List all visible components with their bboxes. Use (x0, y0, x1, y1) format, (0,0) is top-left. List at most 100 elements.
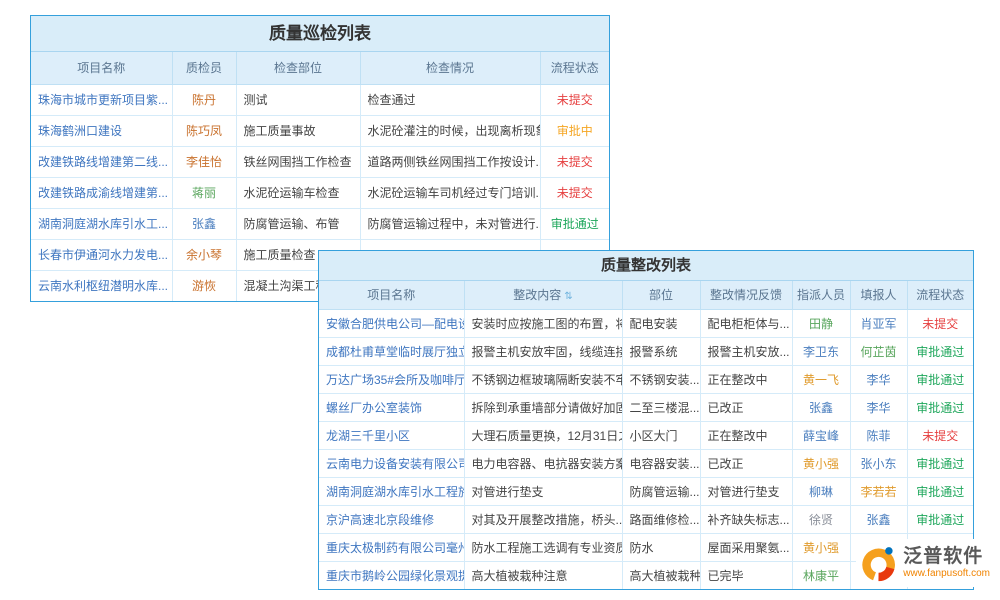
rectification-feedback-cell: 屋面采用聚氨... (700, 533, 792, 561)
inspection-table-row[interactable]: 珠海鹤洲口建设陈巧凤施工质量事故水泥砼灌注的时候，出现离析现象审批中 (31, 115, 609, 146)
rectification-content-cell: 高大植被栽种注意 (464, 561, 622, 589)
rectification-feedback-cell: 对管进行垫支 (700, 477, 792, 505)
inspection-list-title: 质量巡检列表 (31, 16, 609, 52)
rectification-feedback-cell: 报警主机安放... (700, 337, 792, 365)
process-status-cell: 审批通过 (907, 365, 973, 393)
inspection-col-project: 项目名称 (31, 52, 172, 84)
project-name-cell: 改建铁路成渝线增建第... (31, 177, 172, 208)
assignee-cell: 薛宝峰 (792, 421, 850, 449)
project-name-cell: 螺丝厂办公室装饰 (319, 393, 464, 421)
inspection-col-status: 流程状态 (540, 52, 609, 84)
inspection-table-row[interactable]: 改建铁路成渝线增建第...蒋丽水泥砼运输车检查水泥砼运输车司机经过专门培训...… (31, 177, 609, 208)
rectification-table-row[interactable]: 云南电力设备安装有限公司20...电力电容器、电抗器安装方案...电容器安装..… (319, 449, 973, 477)
inspector-cell: 张鑫 (172, 208, 236, 239)
inspection-col-inspector: 质检员 (172, 52, 236, 84)
reporter-cell: 李若若 (850, 477, 907, 505)
inspection-situation-cell: 道路两侧铁丝网围挡工作按设计... (360, 146, 540, 177)
rectification-table-row[interactable]: 京沪高速北京段维修对其及开展整改措施，桥头...路面维修检...补齐缺失标志..… (319, 505, 973, 533)
rectification-feedback-cell: 配电柜柜体与... (700, 309, 792, 337)
reporter-cell: 李华 (850, 365, 907, 393)
project-name-cell: 龙湖三千里小区 (319, 421, 464, 449)
rectification-part-cell: 配电安装 (622, 309, 700, 337)
project-name-cell: 京沪高速北京段维修 (319, 505, 464, 533)
inspection-col-situation: 检查情况 (360, 52, 540, 84)
rectification-col-content[interactable]: 整改内容⇅ (464, 281, 622, 309)
process-status-cell: 审批通过 (907, 337, 973, 365)
inspection-situation-cell: 水泥砼灌注的时候，出现离析现象 (360, 115, 540, 146)
rectification-part-cell: 小区大门 (622, 421, 700, 449)
rectification-col-feedback: 整改情况反馈 (700, 281, 792, 309)
inspection-table-row[interactable]: 改建铁路线增建第二线...李佳怡铁丝网围挡工作检查道路两侧铁丝网围挡工作按设计.… (31, 146, 609, 177)
project-name-cell: 改建铁路线增建第二线... (31, 146, 172, 177)
rectification-feedback-cell: 正在整改中 (700, 365, 792, 393)
inspector-cell: 陈丹 (172, 84, 236, 115)
rectification-table-row[interactable]: 万达广场35#会所及咖啡厅空...不锈钢边框玻璃隔断安装不牢...不锈钢安装..… (319, 365, 973, 393)
inspection-part-cell: 施工质量事故 (236, 115, 360, 146)
rectification-part-cell: 二至三楼混... (622, 393, 700, 421)
project-name-cell: 云南电力设备安装有限公司20... (319, 449, 464, 477)
rectification-list-title: 质量整改列表 (319, 251, 973, 281)
project-name-cell: 云南水利枢纽潜明水库... (31, 270, 172, 301)
reporter-cell: 张鑫 (850, 505, 907, 533)
assignee-cell: 黄小强 (792, 449, 850, 477)
fanpu-logo-name: 泛普软件 (903, 546, 990, 568)
rectification-part-cell: 不锈钢安装... (622, 365, 700, 393)
rectification-table-row[interactable]: 湖南洞庭湖水库引水工程施工川对管进行垫支防腐管运输...对管进行垫支柳琳李若若审… (319, 477, 973, 505)
rectification-table-row[interactable]: 螺丝厂办公室装饰拆除到承重墙部分请做好加固...二至三楼混...已改正张鑫李华审… (319, 393, 973, 421)
inspector-cell: 游恢 (172, 270, 236, 301)
inspection-part-cell: 防腐管运输、布管 (236, 208, 360, 239)
process-status-cell: 审批通过 (907, 477, 973, 505)
process-status-cell: 审批通过 (907, 393, 973, 421)
rectification-content-cell: 对其及开展整改措施，桥头... (464, 505, 622, 533)
reporter-cell: 李华 (850, 393, 907, 421)
rectification-content-cell: 不锈钢边框玻璃隔断安装不牢... (464, 365, 622, 393)
rectification-content-cell: 大理石质量更换，12月31日之... (464, 421, 622, 449)
rectification-feedback-cell: 补齐缺失标志... (700, 505, 792, 533)
sort-icon[interactable]: ⇅ (564, 291, 572, 302)
assignee-cell: 黄一飞 (792, 365, 850, 393)
rectification-content-cell: 电力电容器、电抗器安装方案... (464, 449, 622, 477)
assignee-cell: 黄小强 (792, 533, 850, 561)
inspection-situation-cell: 检查通过 (360, 84, 540, 115)
project-name-cell: 湖南洞庭湖水库引水工... (31, 208, 172, 239)
process-status-cell: 未提交 (540, 84, 609, 115)
rectification-part-cell: 电容器安装... (622, 449, 700, 477)
inspector-cell: 李佳怡 (172, 146, 236, 177)
inspection-situation-cell: 防腐管运输过程中，未对管进行... (360, 208, 540, 239)
project-name-cell: 成都杜甫草堂临时展厅独立展... (319, 337, 464, 365)
inspection-header-row: 项目名称 质检员 检查部位 检查情况 流程状态 (31, 52, 609, 84)
assignee-cell: 李卫东 (792, 337, 850, 365)
rectification-table-row[interactable]: 成都杜甫草堂临时展厅独立展...报警主机安放牢固，线缆连接...报警系统报警主机… (319, 337, 973, 365)
rectification-col-assignee: 指派人员 (792, 281, 850, 309)
rectification-part-cell: 防腐管运输... (622, 477, 700, 505)
inspection-table-row[interactable]: 湖南洞庭湖水库引水工...张鑫防腐管运输、布管防腐管运输过程中，未对管进行...… (31, 208, 609, 239)
project-name-cell: 重庆太极制药有限公司毫州中... (319, 533, 464, 561)
rectification-feedback-cell: 已改正 (700, 449, 792, 477)
process-status-cell: 审批通过 (907, 505, 973, 533)
rectification-feedback-cell: 正在整改中 (700, 421, 792, 449)
rectification-col-reporter: 填报人 (850, 281, 907, 309)
rectification-table-row[interactable]: 安徽合肥供电公司—配电设备...安装时应按施工图的布置，将...配电安装配电柜柜… (319, 309, 973, 337)
rectification-table-row[interactable]: 龙湖三千里小区大理石质量更换，12月31日之...小区大门正在整改中薛宝峰陈菲未… (319, 421, 973, 449)
reporter-cell: 何芷茵 (850, 337, 907, 365)
project-name-cell: 万达广场35#会所及咖啡厅空... (319, 365, 464, 393)
process-status-cell: 审批通过 (540, 208, 609, 239)
process-status-cell: 未提交 (540, 177, 609, 208)
rectification-part-cell: 高大植被栽种 (622, 561, 700, 589)
assignee-cell: 柳琳 (792, 477, 850, 505)
rectification-content-cell: 拆除到承重墙部分请做好加固... (464, 393, 622, 421)
fanpu-logo-url: www.fanpusoft.com (903, 568, 990, 580)
rectification-col-project: 项目名称 (319, 281, 464, 309)
process-status-cell: 未提交 (907, 309, 973, 337)
rectification-part-cell: 防水 (622, 533, 700, 561)
rectification-header-row: 项目名称 整改内容⇅ 部位 整改情况反馈 指派人员 填报人 流程状态 (319, 281, 973, 309)
inspection-table-row[interactable]: 珠海市城市更新项目紫...陈丹测试检查通过未提交 (31, 84, 609, 115)
process-status-cell: 审批中 (540, 115, 609, 146)
inspection-part-cell: 铁丝网围挡工作检查 (236, 146, 360, 177)
rectification-col-part: 部位 (622, 281, 700, 309)
rectification-content-cell: 防水工程施工选调有专业资质... (464, 533, 622, 561)
process-status-cell: 审批通过 (907, 449, 973, 477)
rectification-col-content-label: 整改内容 (513, 288, 561, 302)
process-status-cell: 未提交 (540, 146, 609, 177)
project-name-cell: 长春市伊通河水力发电... (31, 239, 172, 270)
